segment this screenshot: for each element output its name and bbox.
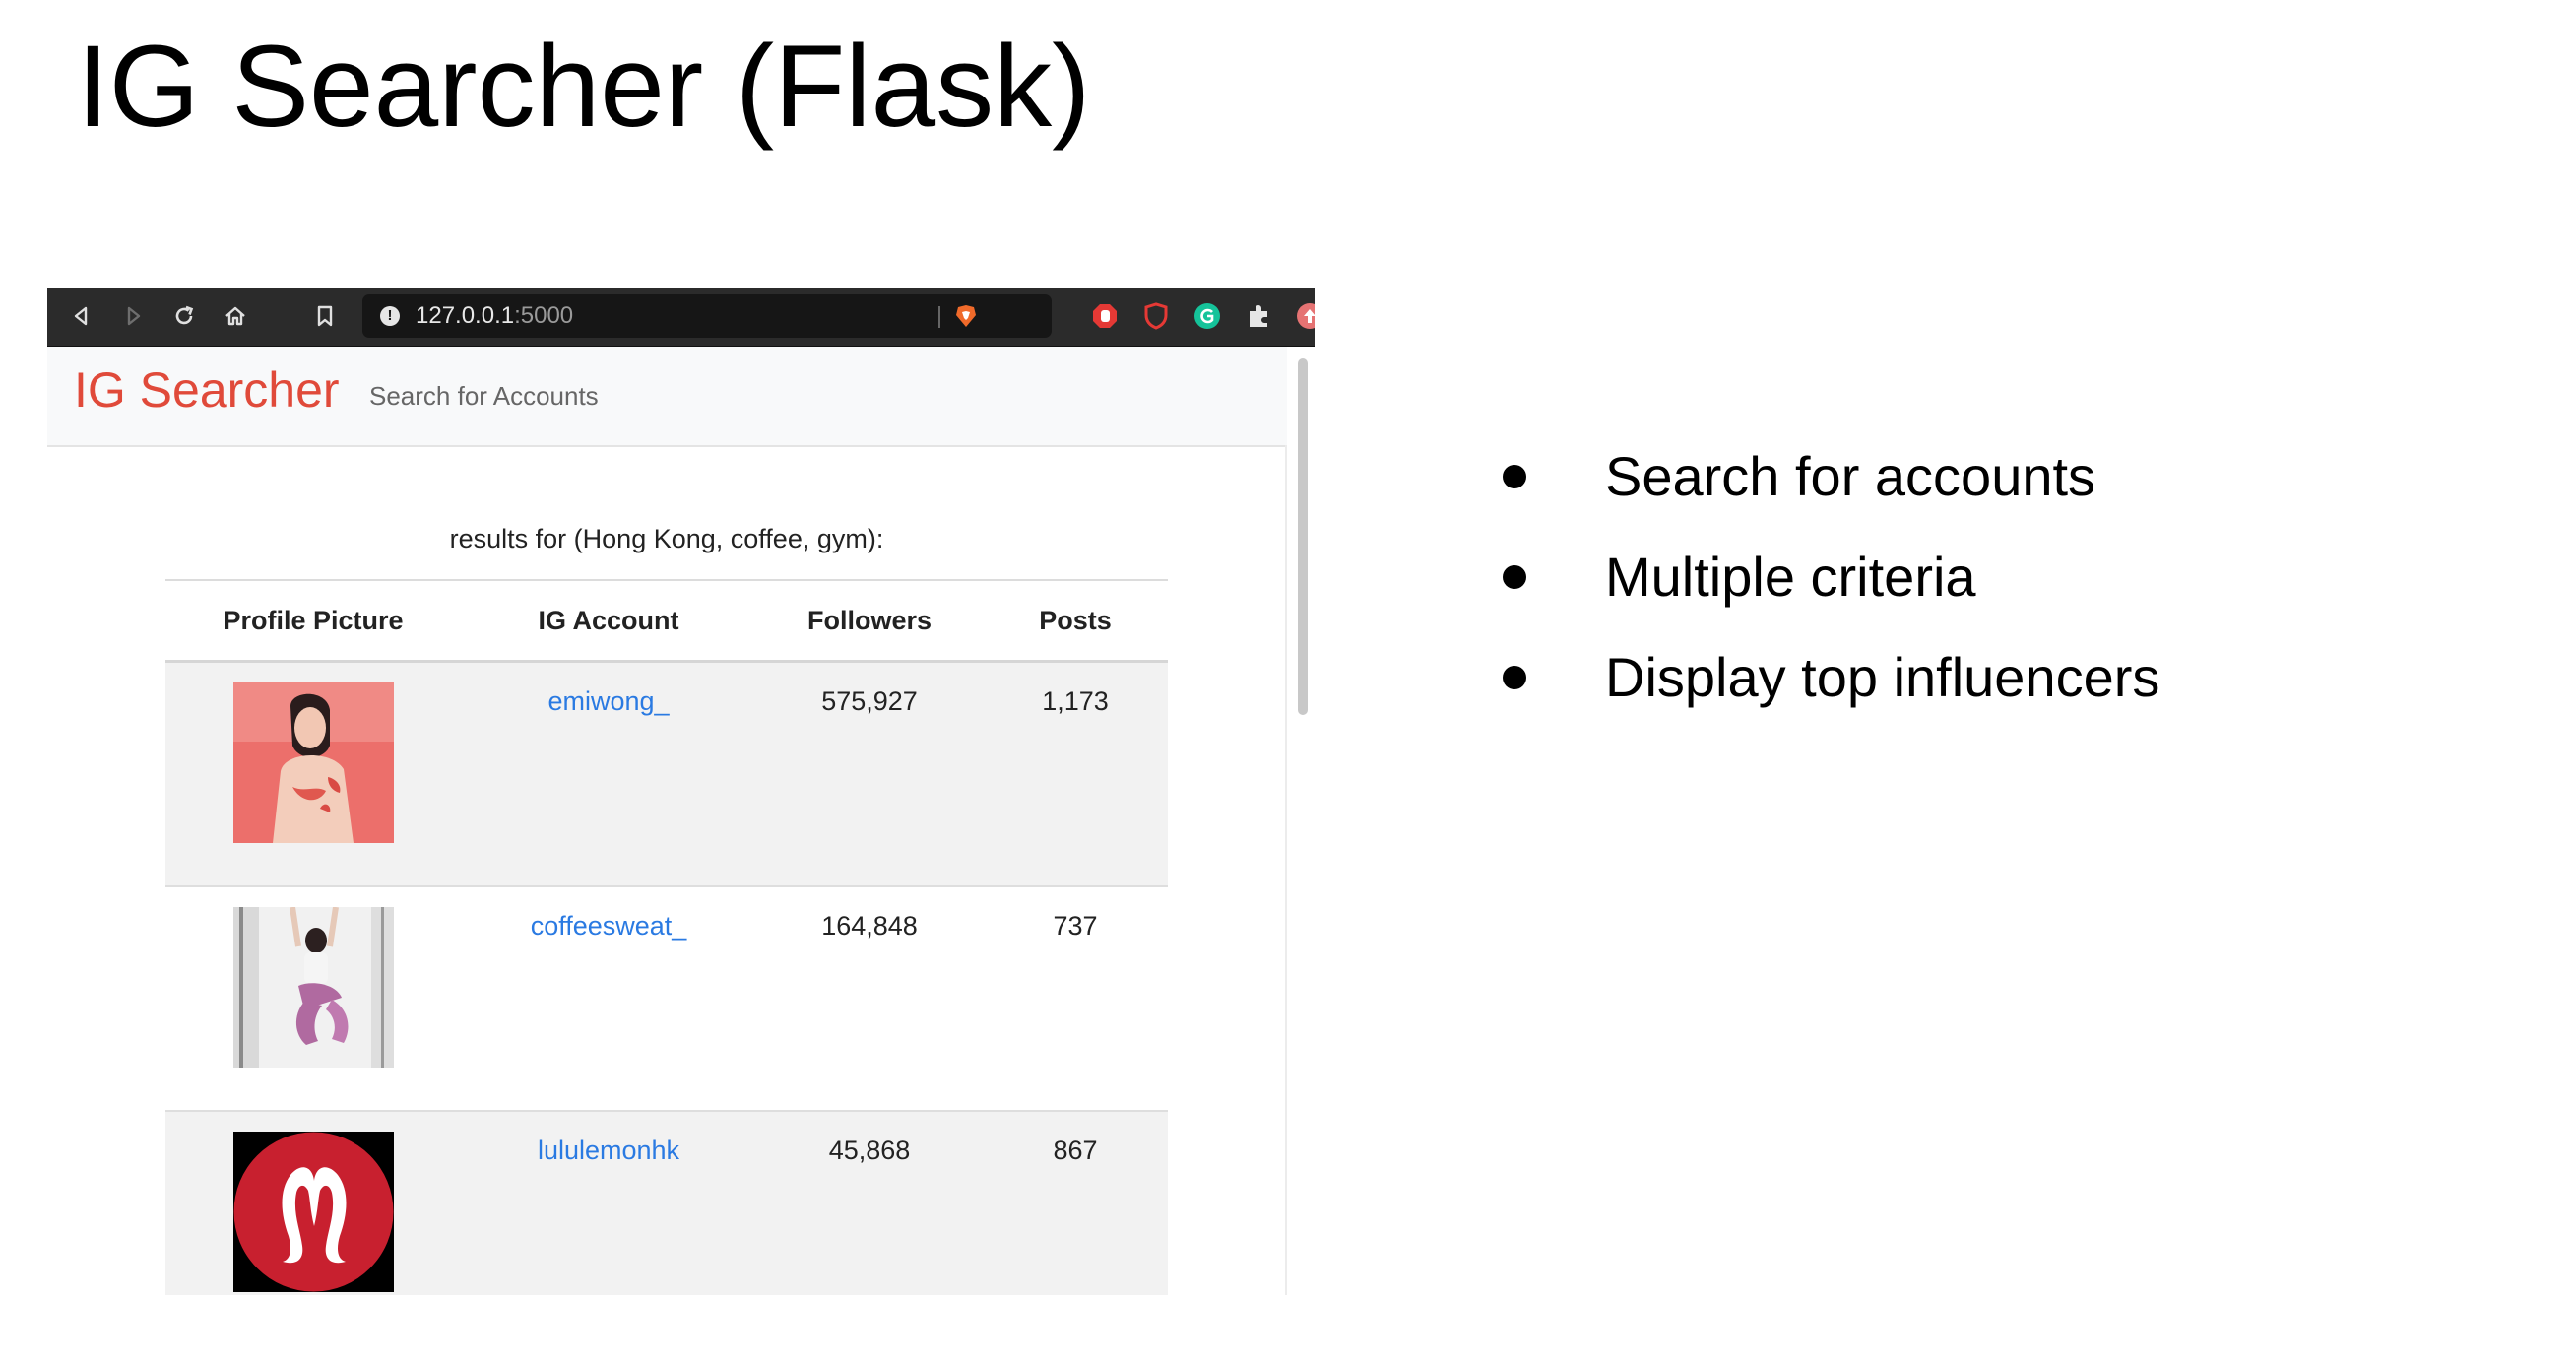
column-header-posts: Posts bbox=[983, 579, 1168, 663]
grammarly-icon[interactable] bbox=[1193, 302, 1221, 330]
results-table: Profile Picture IG Account Followers Pos… bbox=[165, 579, 1168, 1295]
page-border bbox=[1285, 445, 1287, 1295]
table-row: lululemonhk 45,868 867 bbox=[165, 1111, 1168, 1295]
profile-picture-lululemonhk bbox=[232, 1132, 394, 1292]
profile-picture-cell bbox=[165, 886, 461, 1112]
bullet-text: Search for accounts bbox=[1605, 445, 2096, 507]
upload-icon[interactable] bbox=[1296, 302, 1315, 330]
browser-window: ! 127.0.0.1:5000 IG Searcher Search for … bbox=[47, 288, 1315, 1295]
table-row: coffeesweat_ 164,848 737 bbox=[165, 886, 1168, 1112]
back-icon[interactable] bbox=[67, 301, 97, 331]
brave-shield-icon[interactable] bbox=[953, 303, 979, 329]
profile-picture-coffeesweat bbox=[232, 907, 394, 1068]
bullet-dot bbox=[1503, 465, 1526, 488]
bullet-dot bbox=[1503, 565, 1526, 589]
stop-hand-icon[interactable] bbox=[1091, 302, 1119, 330]
table-header-row: Profile Picture IG Account Followers Pos… bbox=[165, 579, 1168, 663]
forward-icon[interactable] bbox=[118, 301, 148, 331]
ig-account-link[interactable]: emiwong_ bbox=[547, 686, 669, 717]
url-divider bbox=[938, 306, 940, 328]
profile-picture-cell bbox=[165, 1111, 461, 1295]
reload-icon[interactable] bbox=[169, 301, 199, 331]
home-icon[interactable] bbox=[221, 301, 250, 331]
url-host: 127.0.0.1 bbox=[416, 302, 515, 329]
ig-account-cell: coffeesweat_ bbox=[461, 886, 756, 1112]
posts-cell: 737 bbox=[983, 886, 1168, 1112]
browser-toolbar: ! 127.0.0.1:5000 bbox=[47, 288, 1315, 347]
scrollbar-thumb[interactable] bbox=[1298, 358, 1308, 715]
url-port: :5000 bbox=[514, 302, 574, 329]
column-header-ig-account: IG Account bbox=[461, 579, 756, 663]
address-bar[interactable]: ! 127.0.0.1:5000 bbox=[362, 294, 1052, 338]
followers-cell: 164,848 bbox=[756, 886, 983, 1112]
bullet-text: Multiple criteria bbox=[1605, 546, 1976, 608]
bullet-text: Display top influencers bbox=[1605, 646, 2160, 708]
ig-account-cell: emiwong_ bbox=[461, 661, 756, 887]
profile-picture-cell bbox=[165, 661, 461, 887]
ig-account-cell: lululemonhk bbox=[461, 1111, 756, 1295]
bullet-dot bbox=[1503, 666, 1526, 689]
app-navbar: IG Searcher Search for Accounts bbox=[47, 347, 1287, 447]
followers-cell: 45,868 bbox=[756, 1111, 983, 1295]
bookmark-icon[interactable] bbox=[310, 301, 340, 331]
table-row: emiwong_ 575,927 1,173 bbox=[165, 661, 1168, 887]
slide-title: IG Searcher (Flask) bbox=[77, 22, 1091, 152]
posts-cell: 1,173 bbox=[983, 661, 1168, 887]
posts-cell: 867 bbox=[983, 1111, 1168, 1295]
site-info-icon[interactable]: ! bbox=[380, 306, 400, 326]
page-viewport: IG Searcher Search for Accounts results … bbox=[47, 347, 1315, 1295]
app-brand[interactable]: IG Searcher bbox=[74, 360, 340, 420]
profile-picture-emiwong bbox=[232, 682, 394, 843]
puzzle-icon[interactable] bbox=[1245, 302, 1272, 330]
results-caption: results for (Hong Kong, coffee, gym): bbox=[449, 524, 884, 553]
nav-search-for-accounts[interactable]: Search for Accounts bbox=[369, 379, 599, 413]
column-header-followers: Followers bbox=[756, 579, 983, 663]
shield-icon[interactable] bbox=[1142, 302, 1170, 330]
ig-account-link[interactable]: lululemonhk bbox=[538, 1136, 679, 1166]
followers-cell: 575,927 bbox=[756, 661, 983, 887]
column-header-profile-picture: Profile Picture bbox=[165, 579, 461, 663]
url-text: 127.0.0.1:5000 bbox=[416, 294, 573, 338]
ig-account-link[interactable]: coffeesweat_ bbox=[531, 911, 687, 942]
